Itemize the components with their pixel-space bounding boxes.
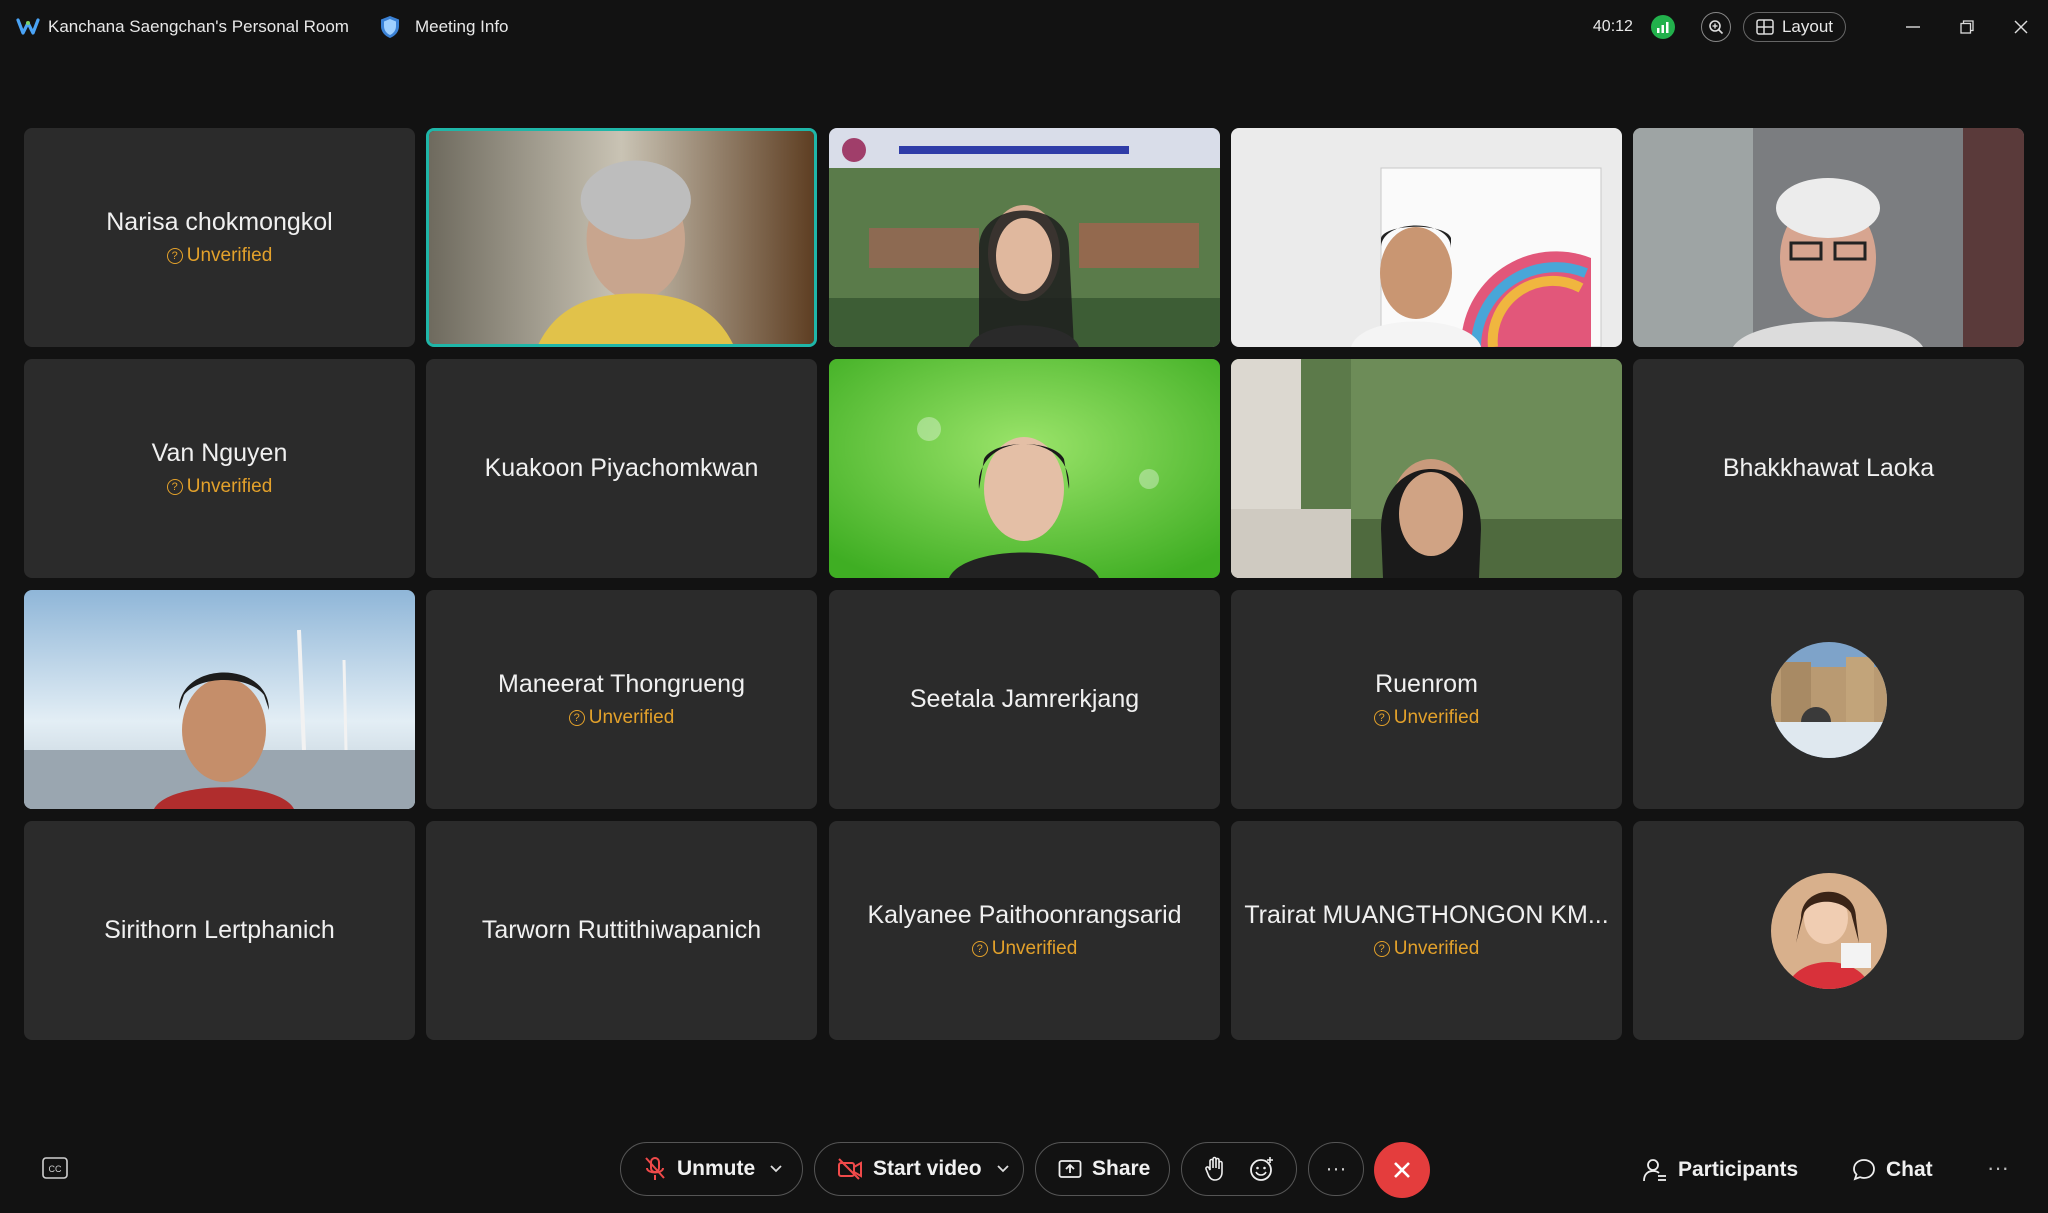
question-icon: ?: [166, 248, 183, 264]
restore-window-button[interactable]: [1940, 12, 1994, 42]
minimize-icon: [1906, 26, 1920, 28]
participant-avatar-tile[interactable]: [1633, 590, 2024, 809]
participant-tile[interactable]: Kalyanee Paithoonrangsarid ? Unverified: [829, 821, 1220, 1040]
shield-icon: [380, 16, 399, 38]
close-icon: [1394, 1162, 1410, 1178]
participants-button[interactable]: Participants: [1642, 1154, 1798, 1186]
question-icon: ?: [1373, 941, 1390, 957]
more-options-right-button[interactable]: ···: [1983, 1155, 2013, 1180]
layout-button[interactable]: Layout: [1742, 12, 1846, 42]
webex-logo-icon: [16, 18, 40, 35]
participant-video-tile[interactable]: [829, 359, 1220, 578]
more-options-right-label: ···: [1987, 1155, 2009, 1180]
unverified-badge: ? Unverified: [1373, 707, 1479, 729]
participant-tile[interactable]: Trairat MUANGTHONGON KM... ? Unverified: [1231, 821, 1622, 1040]
share-label: Share: [1092, 1157, 1151, 1180]
zoom-in-icon[interactable]: [1700, 12, 1731, 42]
grid-layout-icon: [1756, 19, 1774, 35]
chevron-down-icon[interactable]: [769, 1164, 783, 1174]
participant-avatar: [1770, 872, 1887, 989]
participant-name: Van Nguyen: [151, 439, 288, 467]
meeting-timer: 40:12: [1592, 18, 1633, 35]
question-icon: ?: [568, 710, 585, 726]
microphone-muted-icon: [645, 1157, 665, 1180]
participant-video-tile[interactable]: [1633, 128, 2024, 347]
share-button[interactable]: Share: [1035, 1142, 1170, 1196]
unverified-badge: ? Unverified: [568, 707, 674, 729]
chevron-down-icon[interactable]: [996, 1164, 1010, 1174]
participant-name: Trairat MUANGTHONGON KM...: [1244, 901, 1609, 929]
participant-name: Bhakkhawat Laoka: [1722, 454, 1935, 482]
participant-name: Sirithorn Lertphanich: [104, 916, 335, 944]
participant-video-tile[interactable]: [24, 590, 415, 809]
network-signal-icon[interactable]: [1650, 15, 1675, 39]
question-icon: ?: [166, 479, 183, 495]
leave-meeting-button[interactable]: [1374, 1142, 1430, 1198]
participant-tile[interactable]: Bhakkhawat Laoka: [1633, 359, 2024, 578]
room-title: Kanchana Saengchan's Personal Room: [48, 17, 349, 36]
close-icon: [2014, 20, 2028, 34]
meeting-info-button[interactable]: Meeting Info: [379, 15, 509, 39]
unverified-badge: ? Unverified: [166, 245, 272, 267]
participant-video: [829, 128, 1220, 347]
unmute-button[interactable]: Unmute: [620, 1142, 803, 1196]
participant-tile[interactable]: Narisa chokmongkol ? Unverified: [24, 128, 415, 347]
participants-label: Participants: [1678, 1158, 1799, 1181]
unmute-label: Unmute: [677, 1157, 756, 1180]
unverified-badge: ? Unverified: [166, 476, 272, 498]
participant-video-tile[interactable]: [1231, 128, 1622, 347]
participant-tile[interactable]: Ruenrom ? Unverified: [1231, 590, 1622, 809]
share-screen-icon: [1058, 1160, 1082, 1178]
participant-name: Maneerat Thongrueng: [498, 670, 745, 698]
participant-video: [1633, 128, 2024, 347]
minimize-window-button[interactable]: [1886, 12, 1940, 42]
chat-button[interactable]: Chat: [1852, 1154, 1933, 1186]
closed-captions-icon[interactable]: CC: [42, 1157, 68, 1179]
unverified-badge: ? Unverified: [1373, 938, 1479, 960]
participant-avatar-tile[interactable]: [1633, 821, 2024, 1040]
start-video-label: Start video: [873, 1157, 982, 1180]
restore-icon: [1960, 20, 1974, 34]
meeting-info-label: Meeting Info: [414, 17, 509, 36]
participant-name: Narisa chokmongkol: [106, 208, 333, 236]
participant-name: Seetala Jamrerkjang: [909, 685, 1140, 713]
participant-tile[interactable]: Sirithorn Lertphanich: [24, 821, 415, 1040]
participant-video: [429, 131, 814, 344]
participant-video: [1231, 128, 1622, 347]
layout-label: Layout: [1781, 17, 1833, 36]
participant-tile[interactable]: Seetala Jamrerkjang: [829, 590, 1220, 809]
participant-name: Ruenrom: [1375, 670, 1478, 698]
participant-name: Kuakoon Piyachomkwan: [484, 454, 759, 482]
participant-video-tile[interactable]: [829, 128, 1220, 347]
participant-video: [1231, 359, 1622, 578]
reactions-emoji-icon[interactable]: [1249, 1156, 1275, 1182]
start-video-button[interactable]: Start video: [814, 1142, 1024, 1196]
participant-grid: Narisa chokmongkol ? Unverified Van Nguy…: [24, 128, 2026, 1040]
reactions-group: [1181, 1142, 1297, 1196]
participant-name: Tarworn Ruttithiwapanich: [481, 916, 762, 944]
top-bar: Kanchana Saengchan's Personal Room Meeti…: [0, 0, 2048, 54]
chat-label: Chat: [1886, 1158, 1933, 1181]
participant-name: Kalyanee Paithoonrangsarid: [867, 901, 1182, 929]
chat-bubble-icon: [1853, 1159, 1875, 1181]
svg-text:CC: CC: [49, 1164, 62, 1174]
participant-video: [829, 359, 1220, 578]
unverified-badge: ? Unverified: [971, 938, 1077, 960]
participant-tile[interactable]: Maneerat Thongrueng ? Unverified: [426, 590, 817, 809]
close-window-button[interactable]: [1994, 12, 2048, 42]
participant-video-tile-active-speaker[interactable]: [426, 128, 817, 347]
more-options-label: ···: [1325, 1157, 1347, 1180]
participant-tile[interactable]: Tarworn Ruttithiwapanich: [426, 821, 817, 1040]
participant-video: [24, 590, 415, 809]
participant-tile[interactable]: Kuakoon Piyachomkwan: [426, 359, 817, 578]
more-options-button[interactable]: ···: [1308, 1142, 1364, 1196]
question-icon: ?: [971, 941, 988, 957]
participant-tile[interactable]: Van Nguyen ? Unverified: [24, 359, 415, 578]
raise-hand-icon[interactable]: [1204, 1156, 1226, 1182]
participants-icon: [1643, 1159, 1666, 1182]
question-icon: ?: [1373, 710, 1390, 726]
participant-video-tile[interactable]: [1231, 359, 1622, 578]
video-camera-off-icon: [838, 1158, 862, 1180]
participant-avatar: [1770, 641, 1887, 758]
